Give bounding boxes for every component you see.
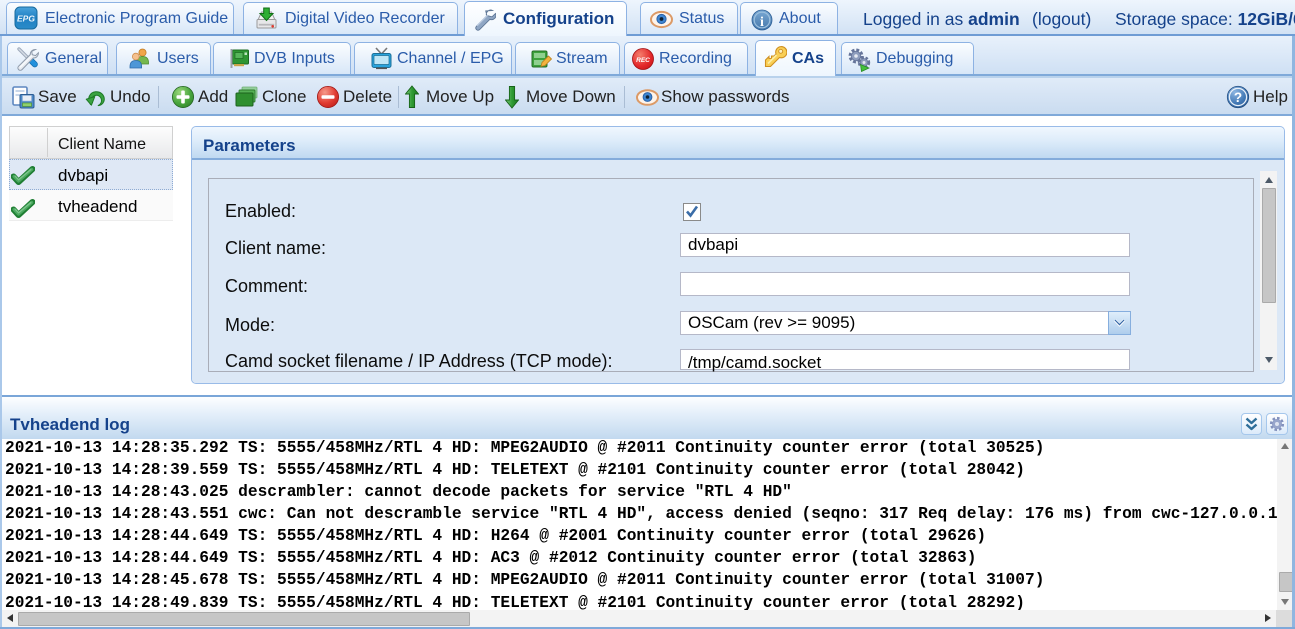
svg-text:i: i — [760, 15, 764, 30]
svg-text:?: ? — [1234, 90, 1242, 105]
svg-text:REC: REC — [636, 57, 650, 64]
svg-text:EPG: EPG — [17, 14, 35, 24]
